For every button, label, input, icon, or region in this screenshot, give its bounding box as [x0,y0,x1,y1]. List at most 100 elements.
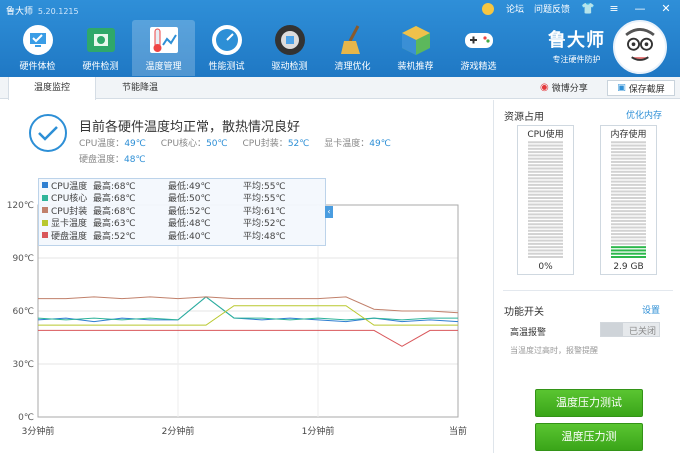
usage-bar-segment [528,213,563,216]
usage-bar-segment [528,174,563,177]
disk-temp-value: 48℃ [124,155,146,165]
usage-bar-segment [611,154,646,157]
series-line [37,296,458,321]
x-tick-label: 1分钟前 [302,425,335,437]
cpu-temp-value: 49℃ [124,139,146,149]
usage-bar-segment [528,180,563,183]
weibo-share-label: 微博分享 [551,84,588,94]
usage-bar-segment [528,197,563,199]
legend-series-name: CPU封装 [51,206,88,217]
usage-bar-segment [528,216,563,219]
usage-bar-segment [611,164,646,167]
legend-max: 最高:52℃ [93,231,136,242]
nav-label: 硬件体检 [19,62,56,72]
minimize-icon[interactable]: — [632,2,648,15]
nav-performance[interactable]: 性能测试 [195,20,258,76]
usage-bar-segment [528,252,563,255]
high-temp-alarm-toggle[interactable]: 已关闭 [600,322,660,337]
usage-bar-segment [611,226,646,229]
usage-bar-segment [611,223,646,226]
feedback-link[interactable]: 问题反馈 [534,2,570,15]
optimize-memory-link[interactable]: 优化内存 [626,108,662,121]
usage-bar-segment [611,177,646,180]
y-tick-label: 120℃ [7,201,34,211]
usage-bar-segment [528,167,563,170]
nav-temperature[interactable]: 温度管理 [132,20,195,76]
usage-bar-segment [611,249,646,252]
tab-energy-saving[interactable]: 节能降温 [96,77,184,99]
settings-link[interactable]: 设置 [642,303,660,316]
usage-bar-segment [528,229,563,232]
usage-bar-segment [528,203,563,206]
chart-legend: CPU温度 最高:68℃ 最低:49℃ 平均:55℃ CPU核心 最高:68℃ 最低:50℃… [38,178,333,246]
memory-usage-bars [611,141,646,258]
legend-max: 最高:68℃ [93,181,136,192]
thermometer-icon [149,27,178,53]
x-tick-label: 3分钟前 [22,425,55,437]
usage-bar-segment [528,164,563,167]
usage-bar-segment [611,239,646,242]
usage-bar-segment [611,213,646,216]
usage-bar-segment [528,236,563,239]
cpu-package-label: CPU封装： [242,139,288,149]
legend-avg: 平均:52℃ [243,219,286,230]
gpu-temp-label: 显卡温度： [324,139,370,149]
usage-bar-segment [611,193,646,196]
legend-swatch [42,194,48,201]
temperature-stress-test-button[interactable]: 温度压力测试 [535,389,643,417]
series-line [38,296,459,314]
tab-temperature-monitor[interactable]: 温度监控 [8,77,96,100]
nav-label: 装机推荐 [397,62,434,72]
nav-hardware-detect[interactable]: 硬件检测 [69,20,132,76]
header-bar: 鲁大师 5.20.1215 论坛 问题反馈 👕 ≡ — ✕ 硬件体检 硬件检测 … [0,0,680,77]
usage-bar-segment [528,223,563,226]
cpu-temp-label: CPU温度： [79,139,125,149]
menu-icon[interactable]: ≡ [606,2,622,15]
usage-bar-segment [528,157,563,160]
driver-icon [274,25,305,55]
usage-bar-segment [528,219,563,222]
skin-icon[interactable]: 👕 [580,2,596,15]
collapse-legend-icon[interactable]: ‹ [325,206,333,218]
sub-tab-bar: 温度监控 节能降温 ◉ 微博分享 ▣ 保存截屏 [0,77,680,100]
brand: 鲁大师 专注硬件防护 [548,26,605,65]
legend-min: 最低:48℃ [168,219,211,230]
nav-label: 温度管理 [145,62,182,72]
y-tick-label: 0℃ [18,413,34,423]
usage-bar-segment [611,151,646,154]
disk-temp-label: 硬盘温度： [79,155,125,165]
temperature-readings: CPU温度：49℃ CPU核心：50℃ CPU封装：52℃ 显卡温度：49℃ 硬… [79,136,479,168]
nav-hardware-checkup[interactable]: 硬件体检 [6,20,69,76]
section-separator [503,290,673,291]
memory-usage-value: 2.9 GB [613,262,644,272]
usage-title: 资源占用 [504,112,544,123]
usage-bar-segment [611,246,646,249]
nav-recommend[interactable]: 装机推荐 [384,20,447,76]
main-nav: 硬件体检 硬件检测 温度管理 性能测试 驱动检测 清理优化 装机推荐 游戏精选 [6,20,510,76]
legend-series-name: CPU温度 [51,181,88,192]
temperature-stress-test-button-2[interactable]: 温度压力测 [535,423,643,451]
memory-usage-meter: 内存使用 2.9 GB [600,125,657,275]
series-line [38,305,458,326]
save-screenshot-button[interactable]: ▣ 保存截屏 [607,80,675,96]
medal-icon[interactable] [481,2,494,15]
weibo-share[interactable]: ◉ 微博分享 [540,81,588,94]
nav-cleanup[interactable]: 清理优化 [321,20,384,76]
close-icon[interactable]: ✕ [658,2,674,15]
usage-bar-segment [528,242,563,245]
nav-games[interactable]: 游戏精选 [447,20,510,76]
speedometer-icon [211,25,242,55]
usage-bar-segment [528,210,563,213]
usage-bar-segment [611,167,646,170]
series-line [38,329,458,347]
y-tick-label: 90℃ [12,254,34,264]
usage-bar-segment [528,239,563,242]
mascot-avatar[interactable] [613,20,667,74]
forum-link[interactable]: 论坛 [506,2,524,15]
nav-driver[interactable]: 驱动检测 [258,20,321,76]
brand-name: 鲁大师 [548,30,605,51]
cpu-usage-meter: CPU使用 0% [517,125,574,275]
cpu-core-label: CPU核心： [160,139,207,149]
gamepad-icon [464,33,493,48]
box-icon [401,26,430,55]
